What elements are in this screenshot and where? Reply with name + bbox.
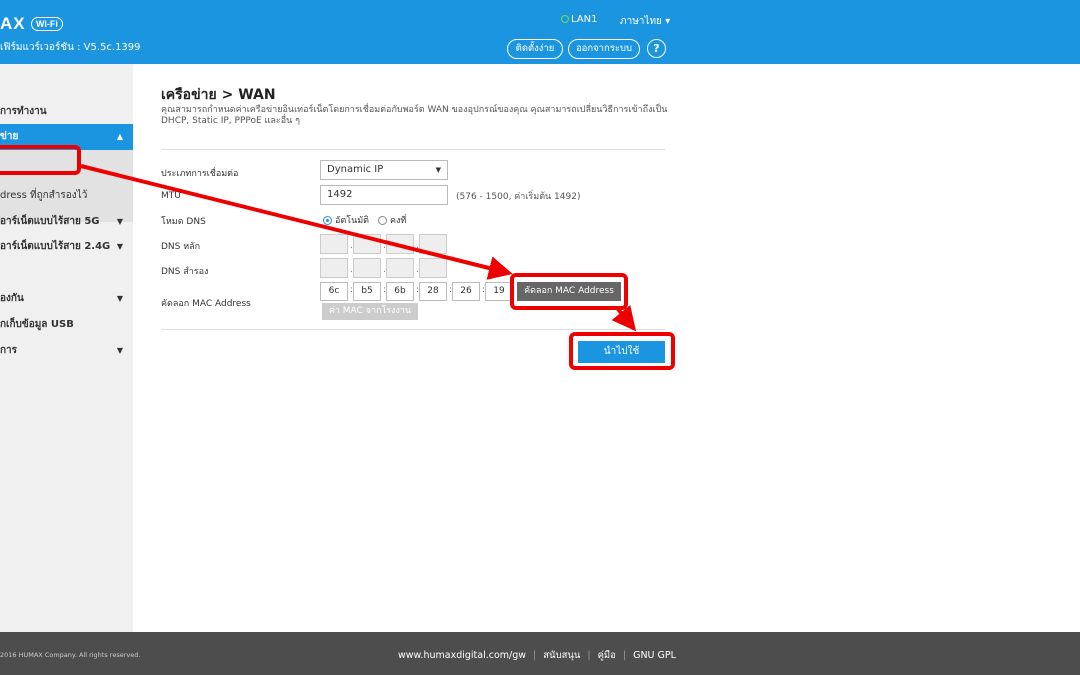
footer-separator: | xyxy=(533,650,537,661)
footer: 2016 HUMAX Company. All rights reserved.… xyxy=(0,632,1080,675)
footer-link-support[interactable]: สนับสนุน xyxy=(543,650,580,661)
footer-links: www.humaxdigital.com/gw | สนับสนุน | คู่มือ |… xyxy=(398,648,676,663)
footer-link-gpl[interactable]: GNU GPL xyxy=(633,650,676,661)
footer-link-website[interactable]: www.humaxdigital.com/gw xyxy=(398,650,526,661)
footer-separator: | xyxy=(587,650,591,661)
copyright: 2016 HUMAX Company. All rights reserved. xyxy=(0,651,141,659)
footer-separator: | xyxy=(622,650,627,661)
annotation-arrows xyxy=(80,164,637,332)
footer-link-manual[interactable]: คู่มือ xyxy=(598,650,616,661)
arrow-to-apply-button xyxy=(611,305,637,332)
arrow-to-clone-button xyxy=(80,164,513,280)
